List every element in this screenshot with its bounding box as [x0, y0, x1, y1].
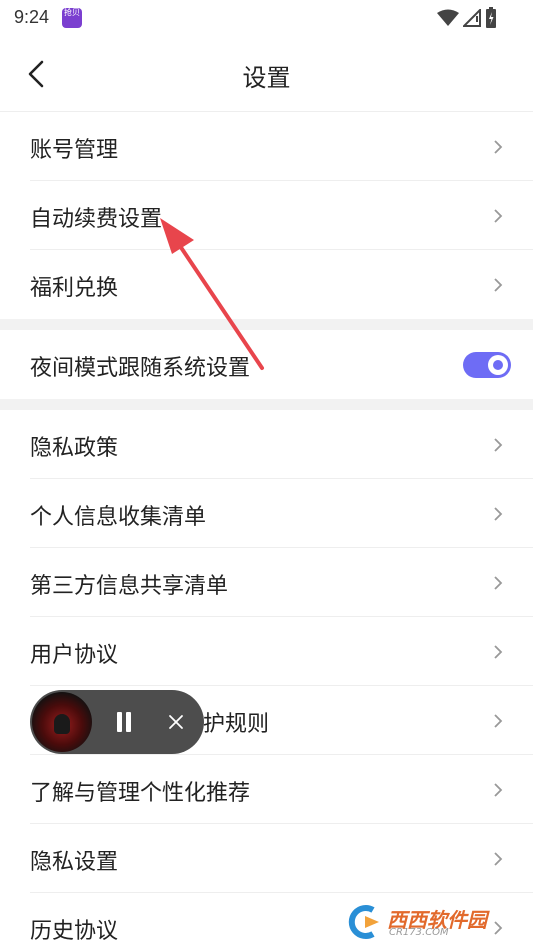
settings-item-label: 个人信息收集清单	[30, 505, 207, 530]
toggle-knob	[488, 355, 508, 375]
chevron-right-icon	[494, 140, 503, 154]
chevron-right-icon	[494, 645, 503, 659]
settings-item-label: 护规则	[203, 712, 270, 737]
account-settings-group: 账号管理 自动续费设置 福利兑换	[0, 112, 533, 319]
chevron-right-icon	[494, 852, 503, 866]
settings-item-label: 账号管理	[30, 138, 119, 163]
battery-icon	[486, 7, 496, 28]
settings-item-privacy-policy[interactable]: 隐私政策	[30, 410, 533, 479]
chevron-right-icon	[494, 714, 503, 728]
settings-item-user-agreement[interactable]: 用户协议	[30, 617, 533, 686]
settings-item-label: 隐私政策	[30, 436, 119, 461]
status-bar: 9:24 抢贝	[0, 0, 533, 36]
settings-item-label: 隐私设置	[30, 850, 119, 875]
watermark-icon	[348, 905, 379, 939]
night-mode-group: 夜间模式跟随系统设置	[0, 330, 533, 399]
settings-item-account[interactable]: 账号管理	[30, 112, 533, 181]
section-divider	[0, 399, 533, 410]
chevron-right-icon	[494, 783, 503, 797]
settings-item-label: 夜间模式跟随系统设置	[30, 356, 251, 381]
settings-item-label: 福利兑换	[30, 276, 119, 301]
pause-button[interactable]	[114, 712, 134, 732]
settings-item-label: 了解与管理个性化推荐	[30, 781, 251, 806]
chevron-right-icon	[494, 576, 503, 590]
watermark-domain: CR173.COM	[389, 927, 449, 938]
settings-item-auto-renew[interactable]: 自动续费设置	[30, 181, 533, 250]
close-icon[interactable]	[166, 712, 186, 732]
wifi-icon	[437, 9, 459, 26]
settings-item-personalized-recommendation[interactable]: 了解与管理个性化推荐	[30, 755, 533, 824]
pause-icon	[126, 712, 131, 732]
header: 设置	[0, 36, 533, 112]
settings-item-label: 历史协议	[30, 919, 119, 944]
chevron-right-icon	[494, 438, 503, 452]
section-divider	[0, 319, 533, 330]
settings-item-night-mode: 夜间模式跟随系统设置	[30, 330, 533, 399]
status-icons	[437, 7, 497, 29]
settings-item-third-party-sharing[interactable]: 第三方信息共享清单	[30, 548, 533, 617]
floating-audio-player[interactable]	[30, 690, 204, 754]
chevron-right-icon	[494, 278, 503, 292]
settings-item-label: 第三方信息共享清单	[30, 574, 229, 599]
app-notification-icon: 抢贝	[62, 8, 82, 28]
settings-item-rewards[interactable]: 福利兑换	[30, 250, 533, 319]
signal-icon	[463, 9, 481, 27]
page-title: 设置	[242, 64, 291, 92]
status-time: 9:24	[14, 7, 50, 27]
settings-item-personal-info-list[interactable]: 个人信息收集清单	[30, 479, 533, 548]
night-mode-toggle[interactable]	[463, 352, 511, 378]
settings-item-label: 用户协议	[30, 643, 119, 668]
chevron-right-icon	[494, 507, 503, 521]
settings-item-privacy-settings[interactable]: 隐私设置	[30, 824, 533, 893]
player-cover-image[interactable]	[32, 692, 92, 752]
pause-icon	[117, 712, 122, 732]
settings-item-label: 自动续费设置	[30, 207, 163, 232]
privacy-group: 隐私政策 个人信息收集清单 第三方信息共享清单 用户协议 护规则 了解与管理个性…	[0, 410, 533, 948]
chevron-right-icon	[494, 209, 503, 223]
watermark-logo: 西西软件园 CR173.COM	[343, 902, 513, 942]
